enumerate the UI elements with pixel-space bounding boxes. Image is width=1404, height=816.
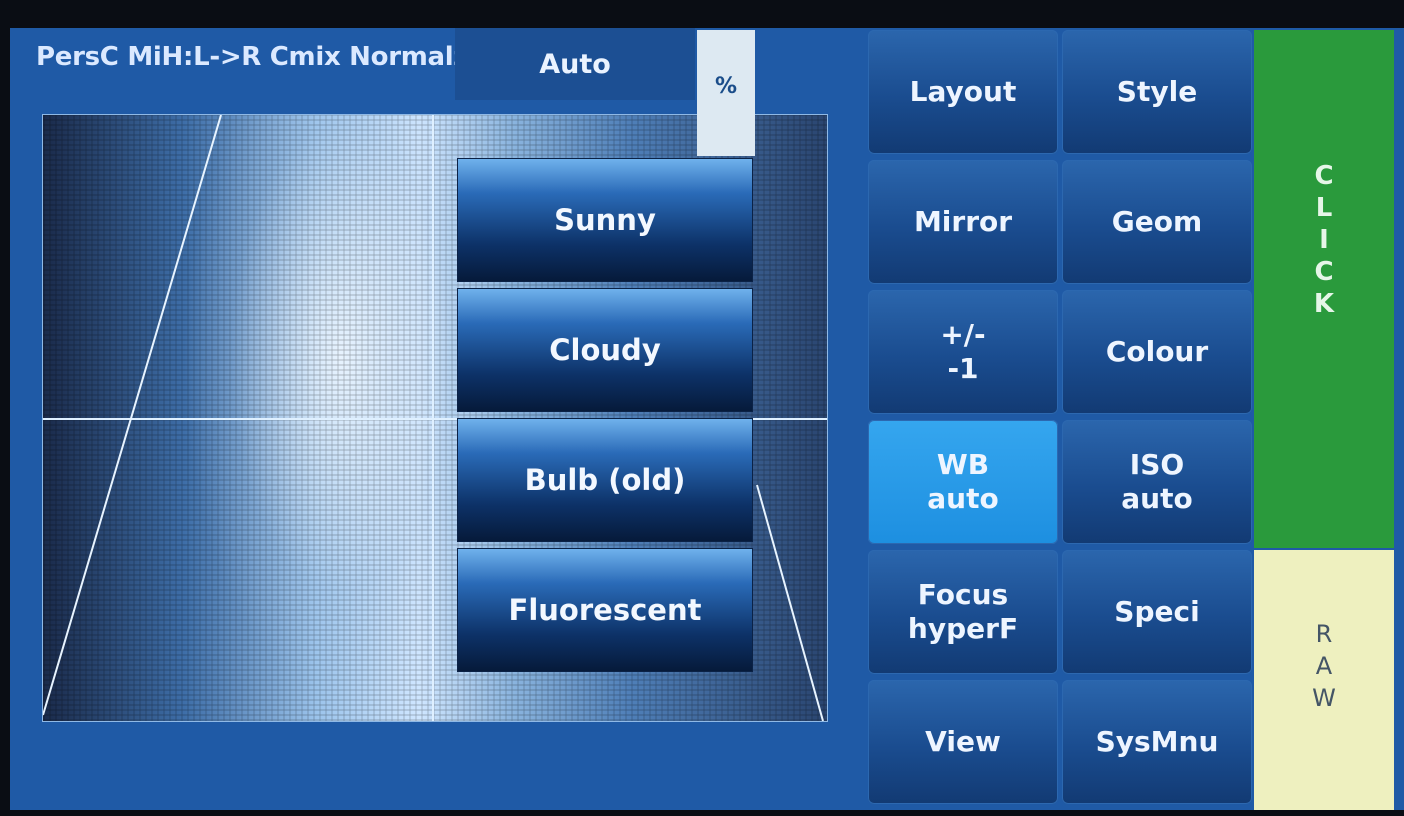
geom-label: Geom bbox=[1111, 205, 1203, 238]
wb-option-sunny[interactable]: Sunny bbox=[457, 158, 753, 282]
exposure-step-button[interactable]: +/- -1 bbox=[868, 290, 1058, 414]
mode-title: PersC MiH:L->R Cmix Normalz bbox=[36, 42, 469, 72]
wb-label: WB bbox=[936, 448, 990, 481]
raw-toggle-button[interactable]: R A W bbox=[1254, 550, 1394, 810]
exposure-step-label: +/- bbox=[940, 318, 986, 351]
perspective-right bbox=[756, 484, 824, 721]
style-button[interactable]: Style bbox=[1062, 30, 1252, 154]
colour-label: Colour bbox=[1105, 335, 1209, 368]
wb-percent-button[interactable]: % bbox=[697, 30, 755, 156]
click-letter: K bbox=[1313, 289, 1335, 319]
perspective-left bbox=[43, 115, 222, 716]
sysmnu-button[interactable]: SysMnu bbox=[1062, 680, 1252, 804]
speci-button[interactable]: Speci bbox=[1062, 550, 1252, 674]
style-label: Style bbox=[1116, 75, 1198, 108]
wb-current-option[interactable]: Auto bbox=[455, 28, 695, 100]
geom-button[interactable]: Geom bbox=[1062, 160, 1252, 284]
wb-button[interactable]: WB auto bbox=[868, 420, 1058, 544]
wb-option-bulb[interactable]: Bulb (old) bbox=[457, 418, 753, 542]
iso-label: ISO bbox=[1129, 448, 1185, 481]
focus-label: Focus bbox=[917, 578, 1009, 611]
layout-label: Layout bbox=[909, 75, 1017, 108]
click-letter: I bbox=[1319, 225, 1329, 255]
speci-label: Speci bbox=[1114, 595, 1200, 628]
raw-letter: R bbox=[1315, 620, 1333, 648]
wb-value: auto bbox=[927, 482, 999, 515]
focus-button[interactable]: Focus hyperF bbox=[868, 550, 1058, 674]
layout-button[interactable]: Layout bbox=[868, 30, 1058, 154]
colour-button[interactable]: Colour bbox=[1062, 290, 1252, 414]
mirror-label: Mirror bbox=[913, 205, 1013, 238]
raw-letter: A bbox=[1315, 652, 1333, 680]
focus-value: hyperF bbox=[907, 612, 1019, 645]
raw-letter: W bbox=[1312, 684, 1336, 712]
white-balance-menu: Auto % Sunny Cloudy Bulb (old) Fluoresce… bbox=[455, 28, 755, 678]
mirror-button[interactable]: Mirror bbox=[868, 160, 1058, 284]
view-label: View bbox=[925, 725, 1001, 758]
exposure-step-value: -1 bbox=[947, 352, 979, 385]
click-letter: L bbox=[1315, 193, 1333, 223]
camera-screen: PersC MiH:L->R Cmix Normalz Auto % Sunny… bbox=[10, 28, 1404, 810]
click-letter: C bbox=[1314, 257, 1334, 287]
click-letter: C bbox=[1314, 161, 1334, 191]
iso-button[interactable]: ISO auto bbox=[1062, 420, 1252, 544]
wb-option-fluorescent[interactable]: Fluorescent bbox=[457, 548, 753, 672]
click-shutter-button[interactable]: C L I C K bbox=[1254, 30, 1394, 548]
sysmnu-label: SysMnu bbox=[1095, 725, 1219, 758]
iso-value: auto bbox=[1121, 482, 1193, 515]
view-button[interactable]: View bbox=[868, 680, 1058, 804]
wb-option-cloudy[interactable]: Cloudy bbox=[457, 288, 753, 412]
